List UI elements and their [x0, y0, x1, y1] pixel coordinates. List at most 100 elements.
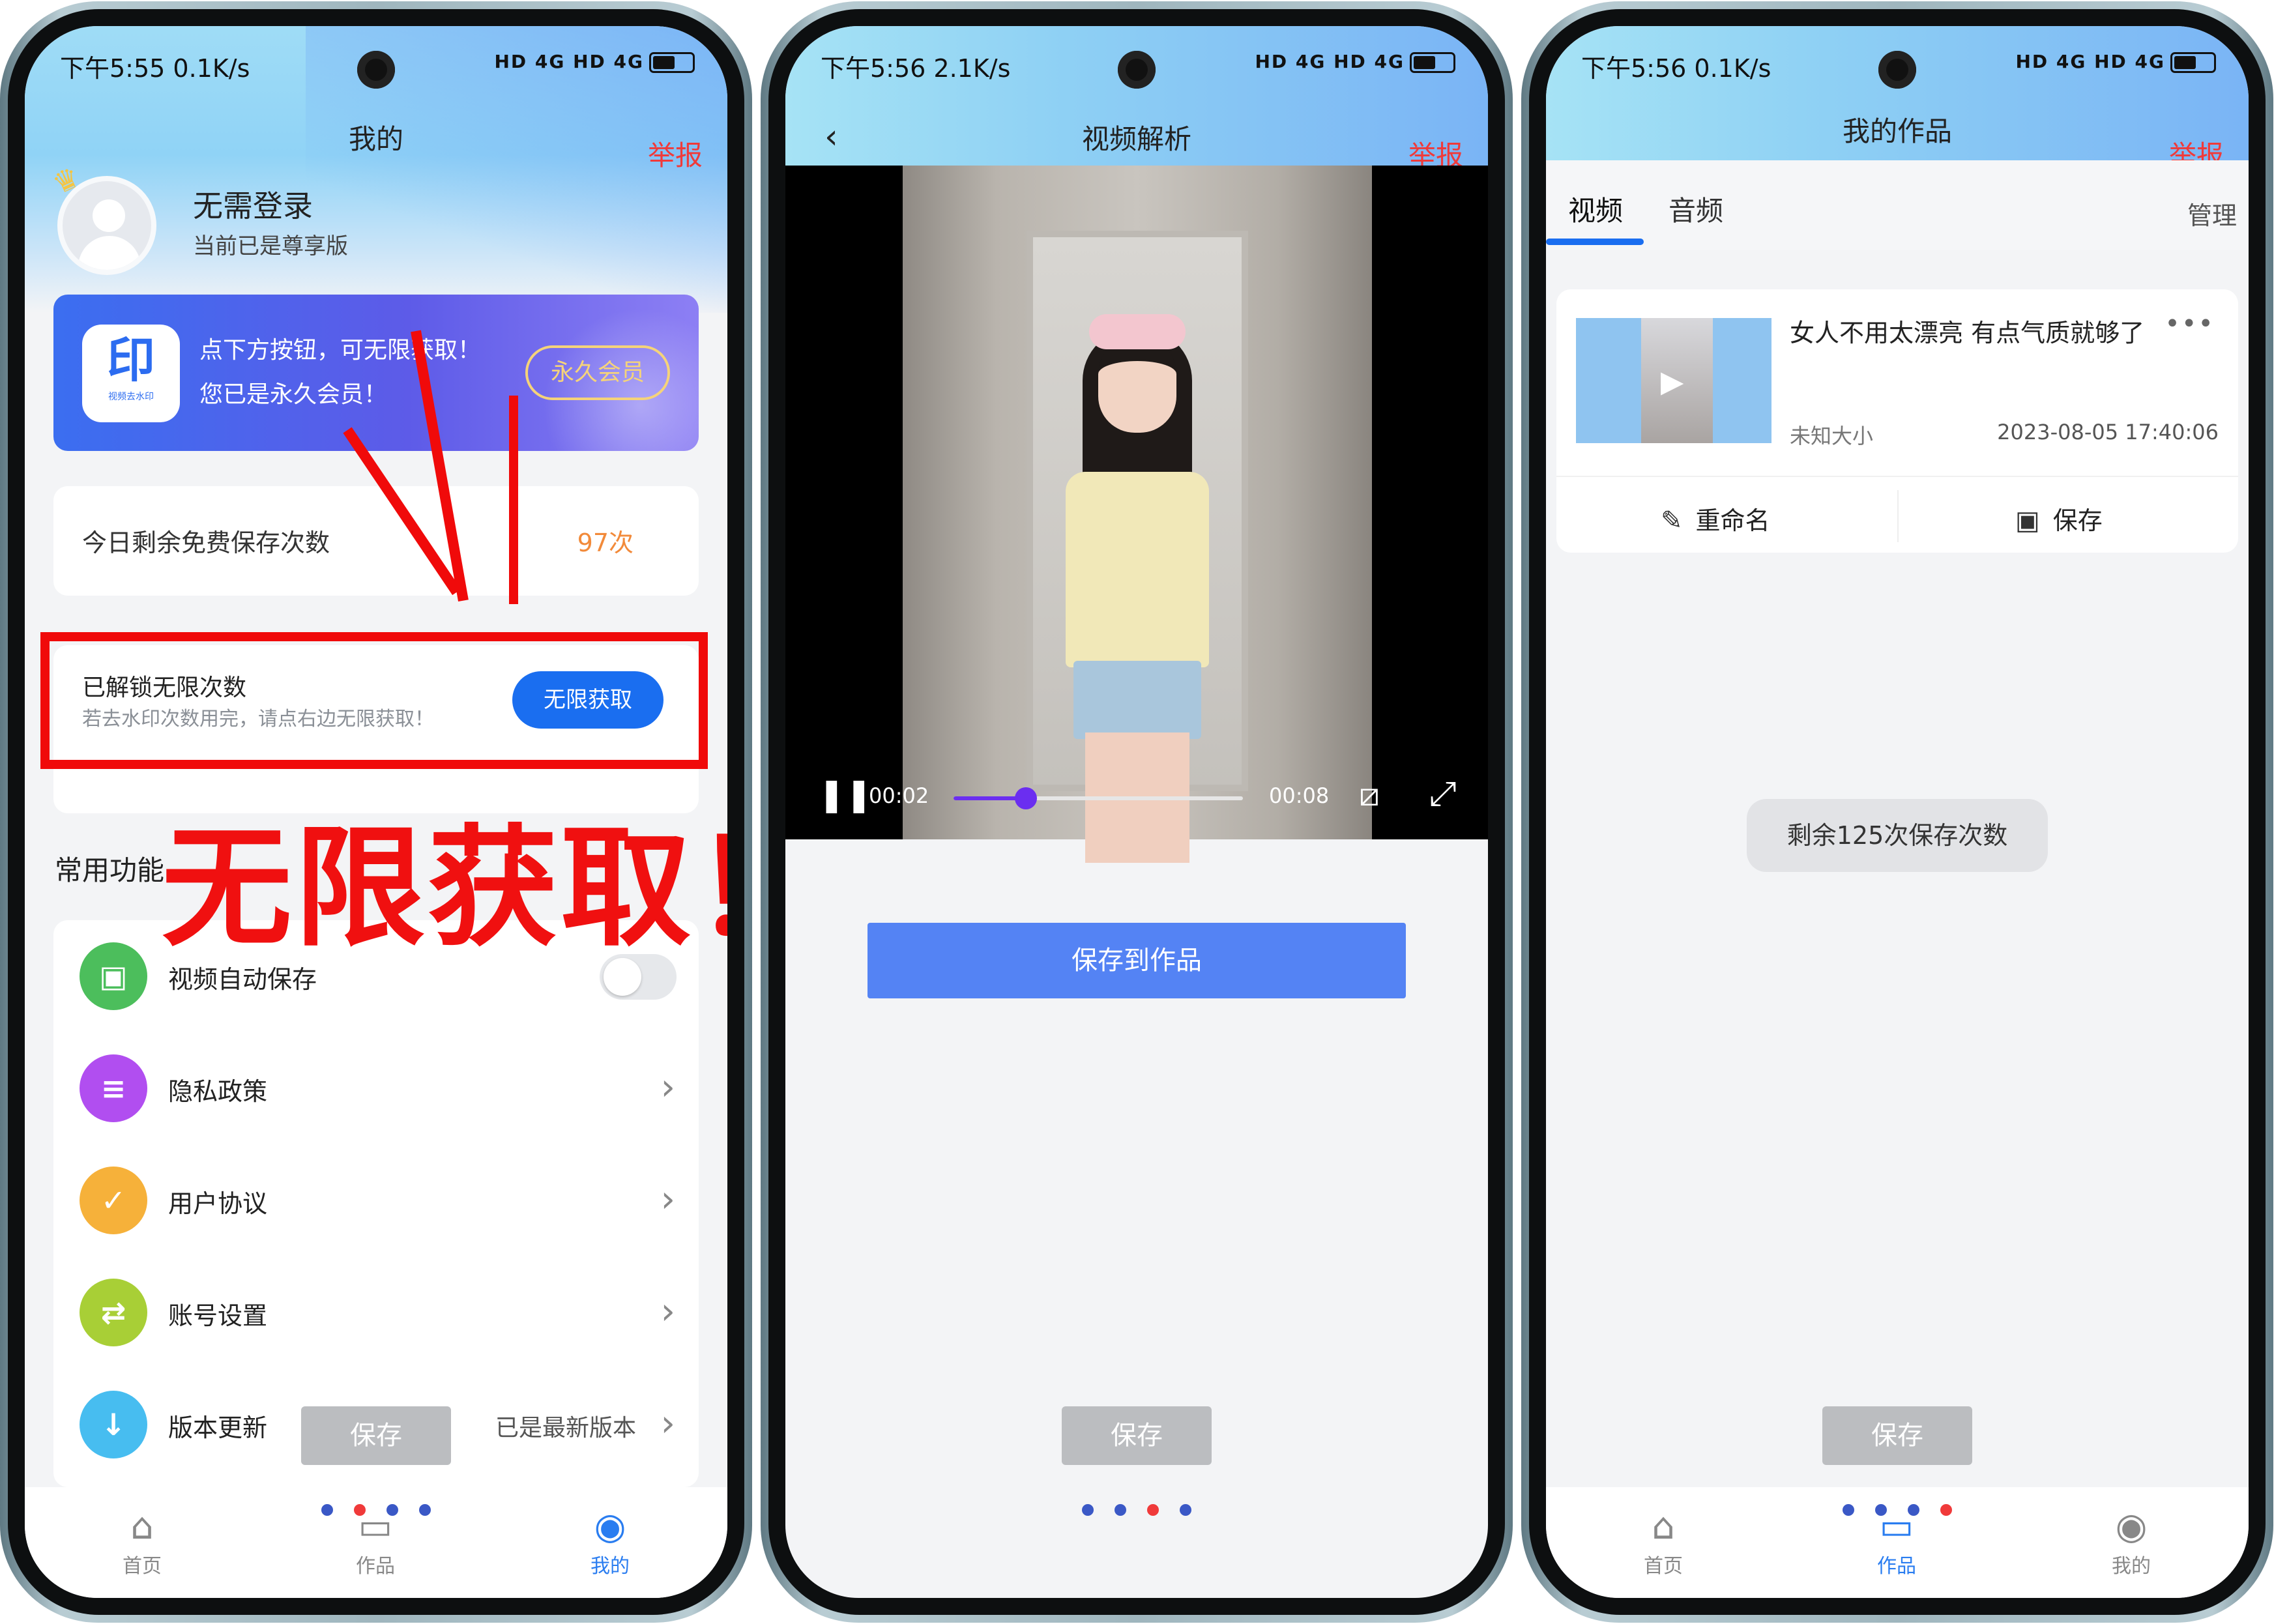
signal-icons: HD 4G HD 4G [2015, 51, 2165, 72]
save-to-works-button[interactable]: 保存到作品 [867, 923, 1406, 998]
version-status: 已是最新版本 [495, 1415, 636, 1442]
camera-hole [357, 51, 395, 89]
camera-hole [1118, 51, 1156, 89]
free-count-card: 今日剩余免费保存次数 97次 [53, 486, 699, 596]
save-work-button[interactable]: ▣ 保存 [2015, 500, 2103, 536]
screen: 下午5:55 0.1K/s HD 4G HD 4G 我的 举报 ♛ 无需登录 当… [25, 26, 727, 1598]
floating-save-button[interactable]: 保存 [1062, 1406, 1212, 1465]
vip-banner[interactable]: 印 视频去水印 点下方按钮，可无限获取！ 您已是永久会员！ 永久会员 [53, 295, 699, 451]
report-link[interactable]: 举报 [648, 134, 703, 173]
tab-label: 作品 [1877, 1555, 1916, 1578]
document-icon: ≡ [80, 1054, 147, 1122]
vip-line1: 点下方按钮，可无限获取！ [199, 337, 482, 364]
edit-icon: ✎ [1661, 506, 1683, 536]
highlight-box [40, 632, 708, 769]
rotate-icon[interactable]: ⧄ [1359, 776, 1380, 814]
signal-icons: HD 4G HD 4G [494, 51, 644, 72]
tab-audio[interactable]: 音频 [1669, 189, 1723, 229]
status-icons: HD 4G HD 4G [494, 51, 695, 73]
more-icon[interactable]: ••• [2165, 309, 2215, 339]
home-icon: ⌂ [1652, 1505, 1675, 1548]
tab-home[interactable]: ⌂ 首页 [77, 1507, 207, 1578]
active-tab-indicator [1546, 239, 1644, 245]
tab-label: 我的 [590, 1555, 630, 1578]
current-time: 00:02 [869, 783, 929, 808]
page-title: 我的 [348, 123, 403, 155]
media-tabs: 视频 音频 管理 [1546, 160, 2249, 250]
page-title: 我的作品 [1842, 115, 1952, 147]
floating-save-button[interactable]: 保存 [1822, 1406, 1972, 1465]
status-bar: 下午5:56 0.1K/s HD 4G HD 4G [1546, 26, 2249, 98]
save-icon: ▣ [80, 942, 147, 1010]
app-logo-icon: 印 视频去水印 [82, 325, 180, 422]
video-player[interactable]: ❚❚ 00:02 00:08 ⧄ ⤢ [785, 166, 1488, 863]
screen: 下午5:56 0.1K/s HD 4G HD 4G 我的作品 举报 视频 音频 … [1546, 26, 2249, 1598]
free-count-value: 97次 [577, 529, 634, 557]
floating-save-button[interactable]: 保存 [301, 1406, 451, 1465]
status-time: 下午5:56 2.1K/s [821, 54, 1011, 83]
annotation-arrow [509, 396, 518, 604]
work-item[interactable]: ▶ 女人不用太漂亮 有点气质就够了 ••• 未知大小 2023-08-05 17… [1556, 289, 2238, 553]
menu-list: ▣ 视频自动保存 ≡ 隐私政策 › ✓ 用户协议 › ⇄ 账号设置 › ↓ 版本… [53, 920, 699, 1487]
phone-video-parse: 下午5:56 2.1K/s HD 4G HD 4G ‹ 视频解析 举报 ❚❚ 0… [761, 1, 1513, 1623]
seek-handle[interactable] [1015, 787, 1037, 809]
status-time: 下午5:55 0.1K/s [60, 54, 250, 83]
video-thumbnail[interactable]: ▶ [1576, 318, 1771, 443]
menu-label: 用户协议 [168, 1189, 268, 1218]
work-actions: ✎ 重命名 ▣ 保存 [1556, 476, 2238, 553]
page-dots [1832, 1504, 1962, 1517]
annotation-text: 无限获取！！ [162, 813, 727, 964]
tab-label: 首页 [123, 1555, 162, 1578]
duration: 00:08 [1269, 783, 1330, 808]
shield-icon: ✓ [80, 1167, 147, 1234]
chevron-right-icon: › [660, 1290, 675, 1333]
tab-mine[interactable]: ◉ 我的 [2066, 1507, 2196, 1578]
save-label: 保存 [2052, 506, 2103, 535]
work-title: 女人不用太漂亮 有点气质就够了 [1790, 319, 2145, 347]
user-name[interactable]: 无需登录 [193, 182, 313, 225]
free-count-label: 今日剩余免费保存次数 [82, 529, 330, 557]
tab-label: 我的 [2112, 1555, 2151, 1578]
chevron-right-icon: › [660, 1178, 675, 1221]
section-title: 常用功能 [55, 854, 165, 886]
menu-item-agreement[interactable]: ✓ 用户协议 › [53, 1144, 699, 1256]
menu-item-account[interactable]: ⇄ 账号设置 › [53, 1256, 699, 1369]
user-status: 当前已是尊享版 [193, 233, 348, 259]
phone-my-works: 下午5:56 0.1K/s HD 4G HD 4G 我的作品 举报 视频 音频 … [1521, 1, 2273, 1623]
menu-item-privacy[interactable]: ≡ 隐私政策 › [53, 1032, 699, 1144]
user-icon: ◉ [2115, 1505, 2148, 1548]
rename-label: 重命名 [1695, 506, 1770, 535]
battery-icon [2170, 52, 2216, 73]
vip-line2: 您已是永久会员！ [199, 381, 388, 408]
app-logo-glyph: 印 [107, 332, 155, 388]
tab-home[interactable]: ⌂ 首页 [1598, 1507, 1728, 1578]
status-icons: HD 4G HD 4G [1255, 51, 1455, 73]
work-date: 2023-08-05 17:40:06 [1997, 420, 2219, 444]
download-icon: ↓ [80, 1391, 147, 1458]
tab-mine[interactable]: ◉ 我的 [545, 1507, 675, 1578]
pause-icon[interactable]: ❚❚ [818, 776, 873, 813]
status-bar: 下午5:56 2.1K/s HD 4G HD 4G [785, 26, 1488, 98]
video-controls: ❚❚ 00:02 00:08 ⧄ ⤢ [785, 755, 1488, 826]
tab-video[interactable]: 视频 [1568, 189, 1623, 229]
menu-label: 版本更新 [168, 1414, 268, 1442]
status-time: 下午5:56 0.1K/s [1581, 54, 1771, 83]
tab-works[interactable]: ▭ 作品 [310, 1507, 441, 1578]
video-frame [903, 166, 1372, 863]
screen: 下午5:56 2.1K/s HD 4G HD 4G ‹ 视频解析 举报 ❚❚ 0… [785, 26, 1488, 1598]
chevron-right-icon: › [660, 1402, 675, 1445]
rename-button[interactable]: ✎ 重命名 [1661, 500, 1770, 536]
status-icons: HD 4G HD 4G [2015, 51, 2216, 73]
status-bar: 下午5:55 0.1K/s HD 4G HD 4G [25, 26, 727, 98]
tab-label: 作品 [356, 1555, 395, 1578]
tab-works[interactable]: ▭ 作品 [1831, 1507, 1962, 1578]
tab-label: 首页 [1644, 1555, 1683, 1578]
manage-button[interactable]: 管理 [2187, 196, 2237, 231]
home-icon: ⌂ [130, 1505, 154, 1548]
menu-label: 隐私政策 [168, 1077, 268, 1106]
fullscreen-icon[interactable]: ⤢ [1429, 774, 1457, 814]
signal-icons: HD 4G HD 4G [1255, 51, 1405, 72]
camera-hole [1878, 51, 1916, 89]
menu-label: 账号设置 [168, 1301, 268, 1330]
vip-badge[interactable]: 永久会员 [525, 345, 670, 400]
